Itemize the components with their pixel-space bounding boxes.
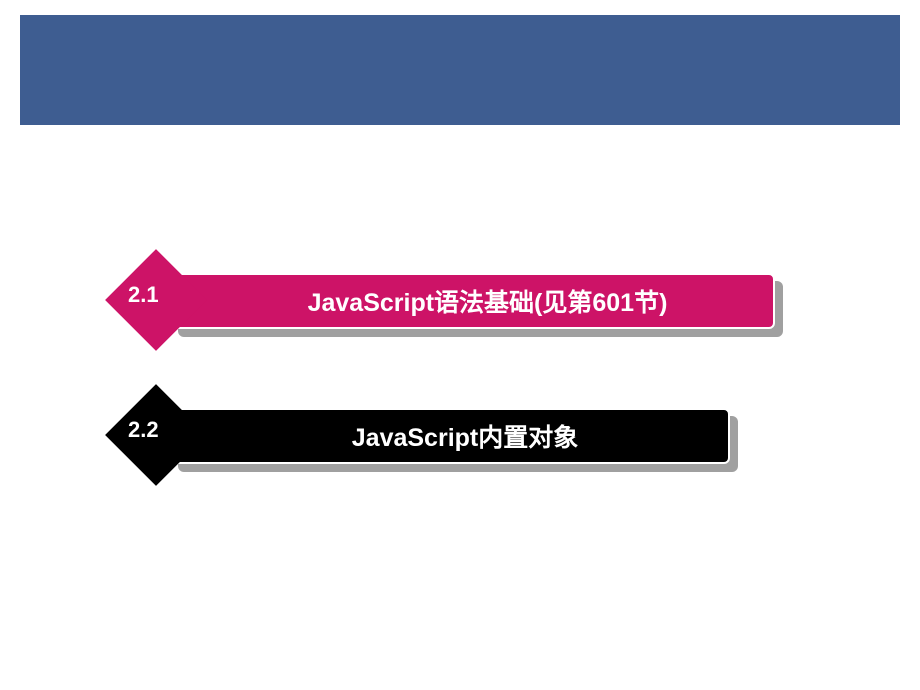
section-title: JavaScript语法基础(见第601节) — [278, 283, 668, 319]
section-bar-container: JavaScript内置对象 — [170, 408, 730, 464]
section-title: JavaScript内置对象 — [322, 418, 578, 454]
section-number: 2.1 — [128, 282, 159, 308]
section-bar-container: JavaScript语法基础(见第601节) — [170, 273, 775, 329]
section-bar: JavaScript语法基础(见第601节) — [170, 273, 775, 329]
header-banner — [20, 15, 900, 125]
section-bar: JavaScript内置对象 — [170, 408, 730, 464]
section-number: 2.2 — [128, 417, 159, 443]
